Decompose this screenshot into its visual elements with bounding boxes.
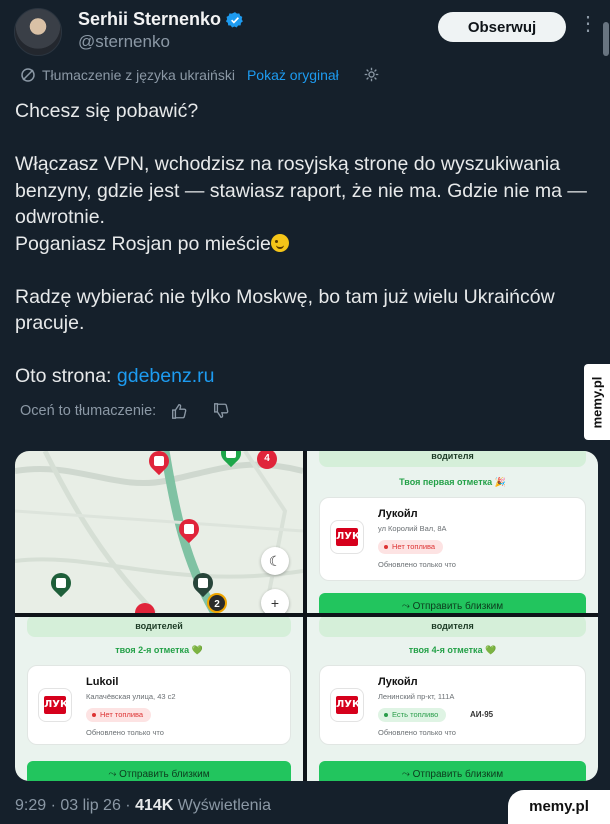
views-label: Wyświetlenia	[173, 797, 271, 814]
report-mark: Твоя первая отметка 🎉	[399, 477, 506, 487]
tweet-timestamp[interactable]: 9:29 · 03 lip 26 ·	[15, 797, 135, 814]
translate-icon	[21, 67, 35, 82]
fuel-pump-icon	[226, 451, 236, 458]
lukoil-logo-text: ЛУК	[44, 696, 68, 714]
more-icon[interactable]: ⋮	[578, 14, 598, 34]
thumbs-up-icon[interactable]	[170, 402, 188, 420]
tweet-paragraph-5: Oto strona: gdebenz.ru	[15, 363, 600, 390]
lukoil-logo: ЛУК	[330, 520, 364, 554]
lukoil-logo: ЛУК	[330, 688, 364, 722]
tweet-paragraph-2: Włączasz VPN, wchodzisz na rosyjską stro…	[15, 153, 587, 228]
station-card[interactable]: ЛУК Лукойл Ленинский пр-кт, 111А Есть то…	[319, 665, 586, 745]
author-handle[interactable]: @sternenko	[78, 32, 170, 52]
lukoil-logo-text: ЛУК	[336, 528, 360, 546]
share-button[interactable]: ⤳ Отправить близким	[319, 761, 586, 781]
share-button-label: Отправить близким	[412, 769, 504, 780]
scrollbar[interactable]	[603, 22, 609, 56]
map-cluster[interactable]: 2	[207, 593, 227, 613]
share-button[interactable]: ⤳ Отправить близким	[27, 761, 291, 781]
updated-text: Обновлено только что	[378, 728, 456, 737]
fuel-pump-icon	[198, 578, 208, 588]
lukoil-logo: ЛУК	[38, 688, 72, 722]
lukoil-logo-text: ЛУК	[336, 696, 360, 714]
fuel-type: АИ-95	[470, 710, 494, 719]
map-image[interactable]: 4 2 ☾ +	[15, 451, 303, 613]
station-name: Лукойл	[378, 676, 418, 688]
tweet-paragraph-3-text: Poganiasz Rosjan po mieście	[15, 232, 271, 255]
panel-banner: водителя	[319, 617, 586, 637]
station-card[interactable]: ЛУК Lukoil Калачёвская улица, 43 с2 Нет …	[27, 665, 291, 745]
author-name[interactable]: Serhii Sternenko	[78, 9, 244, 30]
fuel-pump-icon	[56, 578, 66, 588]
rate-translation-label: Oceń to tłumaczenie:	[20, 403, 157, 419]
panel-banner: водителя	[319, 451, 586, 467]
fuel-status-badge: Нет топлива	[86, 708, 152, 722]
station-name: Лукойл	[378, 508, 418, 520]
updated-text: Обновлено только что	[86, 728, 164, 737]
side-watermark-text: memy.pl	[589, 376, 605, 428]
side-watermark: memy.pl	[584, 364, 610, 440]
station-address: Ленинский пр-кт, 111А	[378, 692, 455, 701]
share-button-label: Отправить близким	[412, 601, 504, 612]
tweet-meta: 9:29 · 03 lip 26 · 414K Wyświetlenia	[15, 797, 271, 815]
tweet-paragraph-3: Poganiasz Rosjan po mieście	[15, 231, 600, 258]
rate-translation: Oceń to tłumaczenie:	[20, 402, 230, 420]
fuel-pump-icon	[154, 456, 164, 466]
tweet-line-1: Chcesz się pobawić?	[15, 100, 199, 122]
dark-mode-icon[interactable]: ☾	[261, 547, 289, 575]
share-button-label: Отправить близким	[119, 769, 210, 780]
fuel-status-badge: Нет топлива	[378, 540, 444, 554]
show-original-link[interactable]: Pokaż oryginał	[247, 67, 339, 83]
station-card[interactable]: ЛУК Лукойл ул Королий Вал, 8А Нет топлив…	[319, 497, 586, 581]
zoom-in-button[interactable]: +	[261, 589, 289, 613]
report-mark: твоя 2-я отметка 💚	[115, 645, 203, 655]
updated-text: Обновлено только что	[378, 560, 456, 569]
media-grid[interactable]: 4 2 ☾ + водителя Твоя первая отметка 🎉 Л…	[15, 451, 598, 781]
tweet-paragraph-5-prefix: Oto strona:	[15, 365, 117, 387]
avatar[interactable]	[14, 8, 62, 56]
tweet-text: Chcesz się pobawić? Włączasz VPN, wchodz…	[15, 98, 600, 390]
station-address: Калачёвская улица, 43 с2	[86, 692, 176, 701]
translation-label: Tłumaczenie z języka ukraiński	[42, 66, 235, 83]
wink-emoji-icon	[270, 233, 289, 252]
fuel-pump-icon	[184, 524, 194, 534]
station-address: ул Королий Вал, 8А	[378, 524, 447, 533]
station-panel[interactable]: водителя Твоя первая отметка 🎉 ЛУК Лукой…	[307, 451, 598, 613]
thumbs-down-icon[interactable]	[212, 402, 230, 420]
report-mark: твоя 4-я отметка 💚	[408, 645, 497, 655]
views-count: 414K	[135, 797, 174, 814]
station-panel[interactable]: водителя твоя 4-я отметка 💚 ЛУК Лукойл Л…	[307, 617, 598, 781]
verified-badge-icon	[226, 11, 243, 27]
gear-icon[interactable]	[363, 66, 380, 83]
share-button[interactable]: ⤳ Отправить близким	[319, 593, 586, 613]
site-link[interactable]: gdebenz.ru	[117, 365, 215, 387]
corner-watermark: memy.pl	[508, 790, 610, 824]
station-name: Lukoil	[86, 676, 119, 688]
author-name-text[interactable]: Serhii Sternenko	[78, 9, 221, 30]
station-panel[interactable]: водителей твоя 2-я отметка 💚 ЛУК Lukoil …	[15, 617, 303, 781]
follow-button[interactable]: Obserwuj	[438, 12, 566, 42]
tweet-paragraph-4: Radzę wybierać nie tylko Moskwę, bo tam …	[15, 285, 555, 335]
panel-banner: водителей	[27, 617, 291, 637]
fuel-status-badge: Есть топливо	[378, 708, 447, 722]
translation-bar: Tłumaczenie z języka ukraiński Pokaż ory…	[20, 66, 380, 83]
